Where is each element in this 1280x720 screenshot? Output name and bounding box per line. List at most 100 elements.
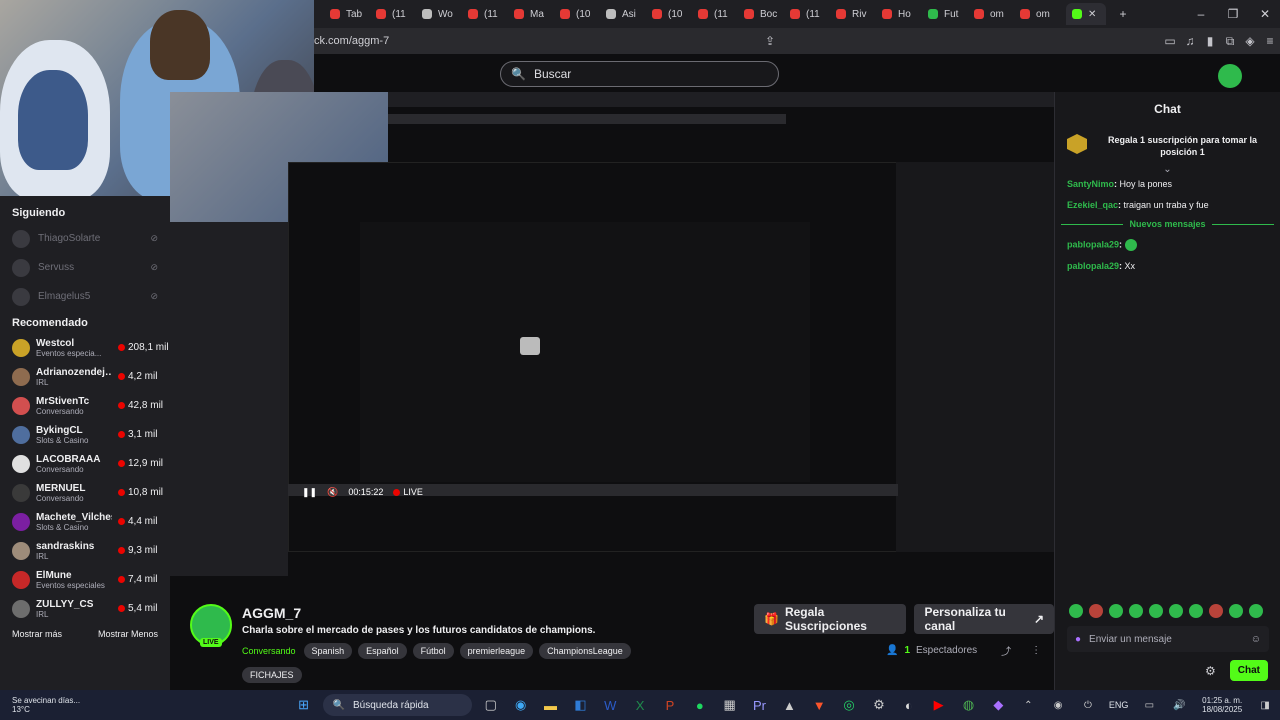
start-icon[interactable]: ⊞	[289, 697, 319, 713]
menu-icon[interactable]: ≡	[1260, 34, 1280, 48]
edge-icon[interactable]: ◉	[506, 697, 536, 713]
emote-icon[interactable]	[1129, 604, 1143, 618]
powerpoint-icon[interactable]: P	[655, 698, 685, 713]
stream-tag[interactable]: FICHAJES	[242, 667, 302, 683]
recommended-item[interactable]: Machete_Vilches Slots & Casino 4,4 mil	[0, 507, 170, 536]
following-item[interactable]: Elmagelus5 ⊘	[0, 282, 170, 311]
browser-tab[interactable]: Ho	[882, 3, 926, 25]
settings-gear-icon[interactable]: ⚙	[1205, 664, 1216, 678]
notifications-icon[interactable]: ◨	[1250, 700, 1280, 711]
chat-username[interactable]: SantyNimo	[1067, 179, 1114, 189]
network-icon[interactable]: ▭	[1134, 700, 1164, 711]
customize-channel-button[interactable]: Personaliza tu canal ↗	[914, 604, 1054, 634]
chat-username[interactable]: pablopala29	[1067, 239, 1119, 249]
taskbar-search[interactable]: 🔍 Búsqueda rápida	[322, 694, 472, 716]
outlook-icon[interactable]: ◧	[565, 697, 595, 713]
browser-tab[interactable]: (11	[376, 3, 420, 25]
stream-tag[interactable]: premierleague	[459, 643, 534, 659]
recommended-item[interactable]: MERNUEL Conversando 10,8 mil	[0, 478, 170, 507]
recommended-item[interactable]: ZULLYY_CS IRL 5,4 mil	[0, 594, 170, 623]
search-input[interactable]: Buscar	[534, 67, 571, 81]
emote-icon[interactable]	[1149, 604, 1163, 618]
browser-tab[interactable]: (10	[560, 3, 604, 25]
expand-pinned-icon[interactable]: ⌄	[1055, 164, 1280, 175]
emote-icon[interactable]	[1249, 604, 1263, 618]
emoji-icon[interactable]: ☺	[1251, 634, 1261, 645]
word-icon[interactable]: W	[595, 698, 625, 713]
maximize-button[interactable]: ❐	[1218, 7, 1248, 21]
browser-tab[interactable]: Tab	[330, 3, 374, 25]
premiere-icon[interactable]: Pr	[745, 698, 775, 713]
more-icon[interactable]: ⋮	[1031, 645, 1041, 656]
pause-icon[interactable]: ❚❚	[302, 487, 317, 498]
excel-icon[interactable]: X	[625, 698, 655, 713]
volume-icon[interactable]: 🔇	[327, 487, 338, 498]
tab-active[interactable]: ✕	[1066, 3, 1106, 25]
chat-input[interactable]: ● Enviar un mensaje ☺	[1067, 626, 1269, 652]
new-tab-button[interactable]: +	[1108, 7, 1138, 21]
close-tab-icon[interactable]: ✕	[1088, 9, 1096, 20]
show-less-button[interactable]: Mostrar Menos	[98, 629, 158, 639]
app-icon[interactable]: ▲	[774, 698, 804, 713]
minimize-button[interactable]: –	[1186, 7, 1216, 21]
recommended-item[interactable]: ElMune Eventos especiales 7,4 mil	[0, 565, 170, 594]
gift-subs-button[interactable]: 🎁 Regala Suscripciones	[754, 604, 907, 634]
language-indicator[interactable]: ENG	[1109, 700, 1129, 710]
cast-icon[interactable]: ▭	[1160, 34, 1180, 48]
user-avatar[interactable]	[1218, 64, 1242, 88]
emote-icon[interactable]	[1229, 604, 1243, 618]
search-bar[interactable]: 🔍 Buscar	[500, 61, 779, 87]
brave-icon[interactable]: ▼	[804, 698, 834, 713]
browser-tab[interactable]: (10	[652, 3, 696, 25]
show-more-button[interactable]: Mostrar más	[12, 629, 62, 639]
browser-tab[interactable]: om	[974, 3, 1018, 25]
emote-icon[interactable]	[1109, 604, 1123, 618]
browser-tab[interactable]: Fut	[928, 3, 972, 25]
browser-tab[interactable]: Boc	[744, 3, 788, 25]
weather-widget[interactable]: Se avecinan días... 13°C	[0, 696, 110, 714]
sidebar-icon[interactable]: ▮	[1200, 34, 1220, 48]
share-icon[interactable]: ⤴	[1001, 643, 1011, 658]
emote-icon[interactable]	[1169, 604, 1183, 618]
calculator-icon[interactable]: ▦	[715, 697, 745, 713]
recommended-item[interactable]: sandraskins IRL 9,3 mil	[0, 536, 170, 565]
emote-icon[interactable]	[1209, 604, 1223, 618]
channel-name[interactable]: AGGM_7	[242, 605, 301, 621]
chat-username[interactable]: Ezekiel_qac	[1067, 200, 1118, 210]
chat-send-button[interactable]: Chat	[1229, 660, 1268, 681]
share-icon[interactable]: ⇪	[760, 34, 780, 48]
browser-tab[interactable]: (11	[790, 3, 834, 25]
url-text[interactable]: ck.com/aggm-7	[314, 35, 389, 47]
stream-tag[interactable]: Español	[358, 643, 407, 659]
media-icon[interactable]: ♫	[1180, 34, 1200, 48]
settings-icon[interactable]: ⚙	[864, 697, 894, 713]
browser-tab[interactable]: Wo	[422, 3, 466, 25]
app-icon[interactable]: ▢	[476, 697, 506, 713]
close-window-button[interactable]: ✕	[1250, 7, 1280, 21]
browser-tab[interactable]: Riv	[836, 3, 880, 25]
tray-icon[interactable]: ⏻	[1073, 700, 1103, 711]
recommended-item[interactable]: Adrianozendeja... IRL 4,2 mil	[0, 362, 170, 391]
obs-icon[interactable]: ◐	[894, 698, 924, 713]
emote-icon[interactable]	[1189, 604, 1203, 618]
extensions-icon[interactable]: ⧉	[1220, 34, 1240, 49]
stream-tag[interactable]: ChampionsLeague	[539, 643, 631, 659]
shield-icon[interactable]: ◈	[1240, 34, 1260, 48]
volume-icon[interactable]: 🔊	[1164, 700, 1194, 711]
whatsapp-icon[interactable]: ◎	[834, 697, 864, 713]
recommended-item[interactable]: LACOBRAAA Conversando 12,9 mil	[0, 449, 170, 478]
emote-icon[interactable]	[1089, 604, 1103, 618]
recommended-item[interactable]: Westcol Eventos especia... 208,1 mil	[0, 333, 170, 362]
folder-icon[interactable]: ▬	[536, 698, 566, 713]
emote-icon[interactable]	[1069, 604, 1083, 618]
browser-tab[interactable]: om	[1020, 3, 1064, 25]
category-link[interactable]: Conversando	[242, 646, 296, 656]
browser-tab[interactable]: (11	[468, 3, 512, 25]
mic-icon[interactable]: ●	[1075, 634, 1081, 645]
recommended-item[interactable]: BykingCL Slots & Casino 3,1 mil	[0, 420, 170, 449]
tray-icon[interactable]: ◉	[1043, 700, 1073, 711]
stream-tag[interactable]: Spanish	[303, 643, 353, 659]
following-item[interactable]: ThiagoSolarte ⊘	[0, 224, 170, 253]
browser-tab[interactable]: Asi	[606, 3, 650, 25]
twitch-icon[interactable]: ◆	[983, 697, 1013, 713]
